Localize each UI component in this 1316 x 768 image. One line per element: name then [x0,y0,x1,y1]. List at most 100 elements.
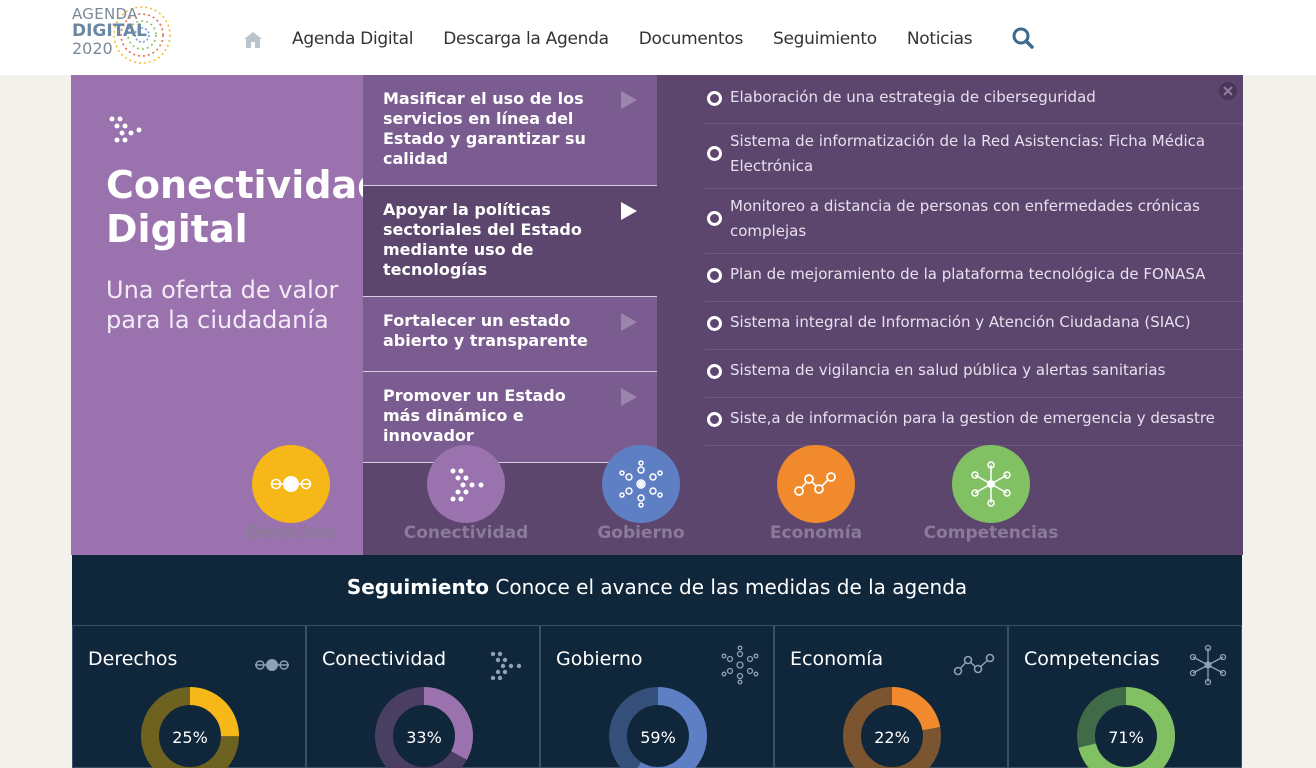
category-label: Gobierno [597,523,685,543]
nav-documentos[interactable]: Documentos [639,29,744,49]
card-title: Derechos [88,648,178,670]
card-title: Gobierno [556,648,643,670]
nav-seguimiento[interactable]: Seguimiento [773,29,877,49]
nav-descarga-agenda[interactable]: Descarga la Agenda [443,29,609,49]
category-label: Economía [769,523,863,543]
card-derechos[interactable]: Derechos 25% [72,625,306,768]
menu-item-label: Promover un Estado más dinámico e innova… [383,386,566,445]
card-percent: 33% [406,728,442,747]
zigzag-nodes-icon [794,472,836,496]
donut-chart [843,687,941,768]
category-gobierno[interactable]: Gobierno [561,445,721,555]
list-item[interactable]: Sistema integral de Información y Atenci… [705,302,1243,350]
category-circle [427,445,505,523]
measure-label: Sistema de vigilancia en salud pública y… [730,361,1166,379]
star-nodes-icon [971,461,1011,507]
menu-item-fortalecer[interactable]: Fortalecer un estado abierto y transpare… [363,297,657,372]
card-gobierno[interactable]: Gobierno 59% [540,625,774,768]
network-hub-icon [721,645,759,685]
category-circle [952,445,1030,523]
radio-ring-icon [707,316,722,331]
home-icon[interactable] [243,30,263,50]
hero-panel: Conectividad Digital Una oferta de valor… [71,75,1243,555]
card-percent: 59% [640,728,676,747]
list-item[interactable]: Sistema de informatización de la Red Asi… [705,124,1243,189]
card-title: Economía [790,648,884,670]
dots-arrow-icon [450,468,484,502]
play-arrow-icon [621,91,637,109]
card-title: Competencias [1024,648,1160,670]
close-icon[interactable] [1218,81,1238,101]
card-percent: 71% [1108,728,1144,747]
star-nodes-icon [1189,644,1227,686]
hero-title: Conectividad Digital [106,163,385,251]
category-economia[interactable]: Economía [736,445,896,555]
radio-ring-icon [707,412,722,427]
list-item[interactable]: Elaboración de una estrategia de ciberse… [705,75,1243,124]
play-arrow-icon [621,388,637,406]
dots-arrow-icon [109,116,142,143]
measure-label: Plan de mejoramiento de la plataforma te… [730,265,1206,283]
list-item[interactable]: Sistema de vigilancia en salud pública y… [705,350,1243,398]
menu-item-label: Fortalecer un estado abierto y transpare… [383,311,588,350]
donut-chart [1077,687,1175,768]
category-label: Derechos [246,523,336,543]
radio-ring-icon [707,146,722,161]
menu-item-apoyar[interactable]: Apoyar la políticas sectoriales del Esta… [363,186,657,297]
play-arrow-icon [621,202,637,220]
site-header: AGENDA DIGITAL 2020 Agenda Digital Desca… [0,0,1316,75]
seguimiento-rest: Conoce el avance de las medidas de la ag… [489,575,968,599]
nav-agenda-digital[interactable]: Agenda Digital [292,29,414,49]
zigzag-nodes-icon [953,653,995,676]
dots-line-icon [255,659,289,671]
card-competencias[interactable]: Competencias 71% [1008,625,1242,768]
progress-cards: Derechos 25% Conectividad 33% Gobierno 5… [72,625,1242,768]
donut-chart [375,687,473,768]
card-percent: 22% [874,728,910,747]
category-circle [777,445,855,523]
donut-chart [141,687,239,768]
menu-item-label: Apoyar la políticas sectoriales del Esta… [383,200,582,279]
play-arrow-icon [621,313,637,331]
card-conectividad[interactable]: Conectividad 33% [306,625,540,768]
measure-label: Sistema de informatización de la Red Asi… [730,132,1206,175]
menu-item-masificar[interactable]: Masificar el uso de los servicios en lín… [363,75,657,186]
measure-label: Sistema integral de Información y Atenci… [730,313,1191,331]
list-item[interactable]: Siste,a de información para la gestion d… [705,398,1243,446]
logo-text: AGENDA DIGITAL 2020 [72,6,147,58]
category-circle [602,445,680,523]
seguimiento-bold: Seguimiento [346,575,490,599]
hero-subtitle: Una oferta de valor para la ciudadanía [106,276,339,334]
category-conectividad[interactable]: Conectividad [386,445,546,555]
objectives-menu: Masificar el uso de los servicios en lín… [363,75,657,465]
dots-line-icon [270,476,312,492]
radio-ring-icon [707,211,722,226]
card-title: Conectividad [322,648,447,670]
seguimiento-heading: Seguimiento Conoce el avance de las medi… [72,555,1242,619]
menu-item-label: Masificar el uso de los servicios en lín… [383,89,586,168]
search-icon[interactable] [1011,26,1035,50]
list-item[interactable]: Plan de mejoramiento de la plataforma te… [705,254,1243,302]
category-label: Conectividad [403,523,529,543]
card-percent: 25% [172,728,208,747]
category-circle [252,445,330,523]
seguimiento-banner: Seguimiento Conoce el avance de las medi… [72,555,1242,625]
measure-label: Elaboración de una estrategia de ciberse… [730,88,1096,106]
list-item[interactable]: Monitoreo a distancia de personas con en… [705,189,1243,254]
radio-ring-icon [707,364,722,379]
card-economia[interactable]: Economía 22% [774,625,1008,768]
network-hub-icon [619,460,663,508]
category-label: Competencias [923,523,1059,543]
category-competencias[interactable]: Competencias [911,445,1071,555]
dots-arrow-icon [490,651,522,681]
logo-line3: 2020 [72,39,113,58]
logo-line2: DIGITAL [72,21,147,41]
radio-ring-icon [707,268,722,283]
donut-chart [609,687,707,768]
nav-noticias[interactable]: Noticias [907,29,973,49]
main-nav: Agenda Digital Descarga la Agenda Docume… [292,29,1002,49]
measure-label: Monitoreo a distancia de personas con en… [730,197,1200,240]
category-derechos[interactable]: Derechos [211,445,371,555]
radio-ring-icon [707,91,722,106]
measure-label: Siste,a de información para la gestion d… [730,409,1215,427]
